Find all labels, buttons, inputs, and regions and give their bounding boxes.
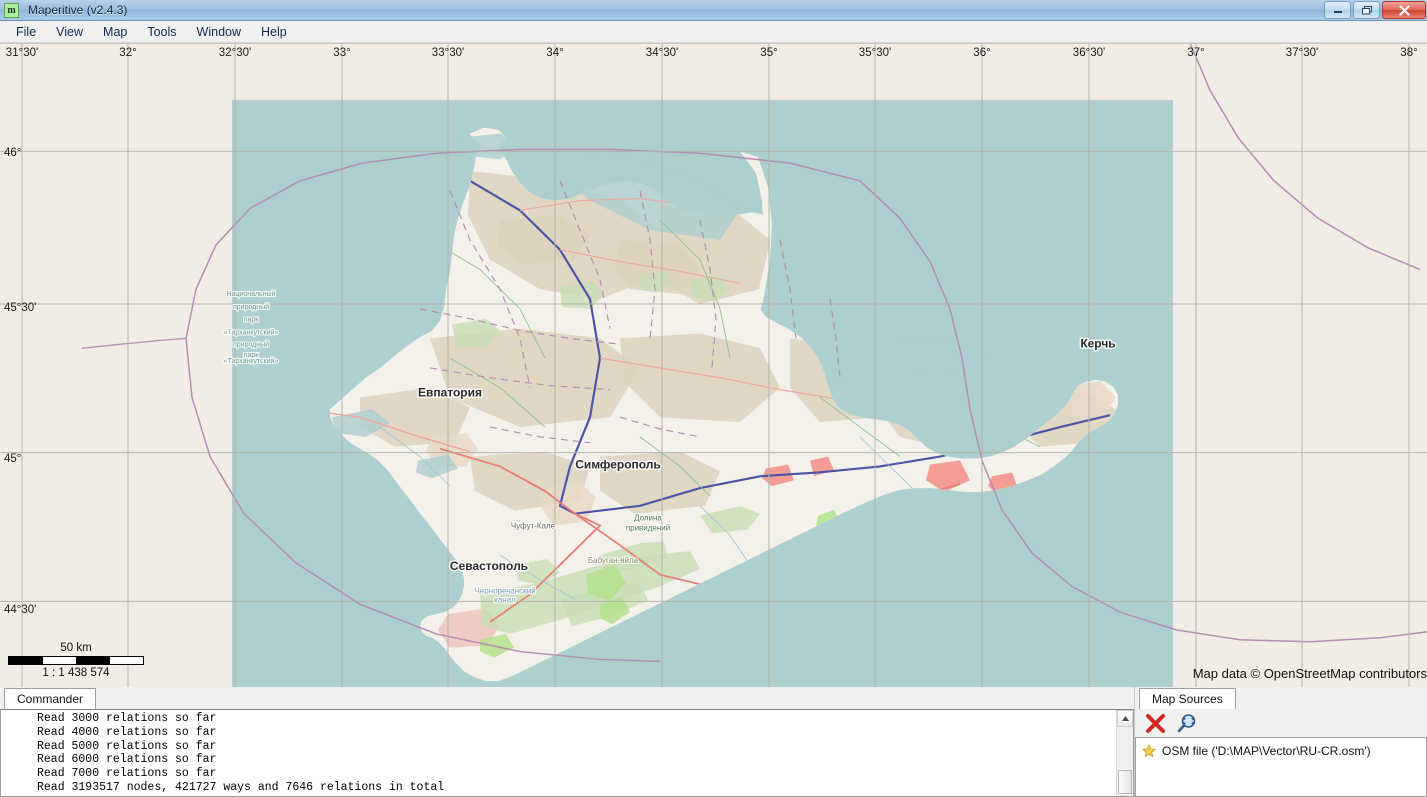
source-label: OSM file ('D:\MAP\Vector\RU-CR.osm') <box>1162 744 1371 758</box>
place-label: привидений <box>626 523 670 532</box>
place-label: Керчь <box>1080 336 1115 350</box>
red-x-icon <box>1146 713 1165 733</box>
menu-map[interactable]: Map <box>93 22 137 42</box>
tab-map-sources[interactable]: Map Sources <box>1139 688 1236 709</box>
minimize-button[interactable] <box>1324 1 1351 19</box>
scale-ratio: 1 : 1 438 574 <box>42 667 110 679</box>
menu-window[interactable]: Window <box>187 22 251 42</box>
place-label: Севастополь <box>450 559 528 573</box>
scale-bar-graphic <box>8 656 144 665</box>
place-label: «Тарханкутский» <box>224 329 279 337</box>
place-label: Чуфут-Кале <box>511 522 556 531</box>
window-title: Maperitive (v2.4.3) <box>28 3 128 17</box>
remove-source-button[interactable] <box>1145 713 1166 734</box>
menu-view[interactable]: View <box>46 22 93 42</box>
title-bar: m Maperitive (v2.4.3) <box>0 0 1427 21</box>
zoom-to-source-button[interactable] <box>1176 713 1197 734</box>
tab-commander[interactable]: Commander <box>4 688 97 709</box>
place-label: «Тарханкутский» <box>224 357 279 365</box>
sources-tabstrip: Map Sources <box>1135 687 1427 709</box>
sources-toolbar <box>1135 709 1427 737</box>
console-scrollbar[interactable] <box>1116 710 1133 796</box>
menu-file[interactable]: File <box>6 22 46 42</box>
menu-bar: File View Map Tools Window Help <box>0 21 1427 43</box>
commander-tabstrip: Commander <box>0 687 1134 709</box>
close-button[interactable] <box>1382 1 1426 19</box>
place-label: Национальный <box>227 290 276 298</box>
sources-list[interactable]: OSM file ('D:\MAP\Vector\RU-CR.osm') <box>1135 737 1427 797</box>
place-label: природный <box>233 340 269 348</box>
app-icon: m <box>4 2 19 18</box>
commander-console[interactable]: Read 3000 relations so far Read 4000 rel… <box>0 709 1134 797</box>
place-label: канал <box>494 595 516 604</box>
scroll-up-button[interactable] <box>1117 710 1133 727</box>
bottom-dock: Commander Read 3000 relations so far Rea… <box>0 687 1427 797</box>
maperitive-window: m Maperitive (v2.4.3) File View Map Tool… <box>0 0 1427 797</box>
window-controls <box>1324 1 1426 19</box>
chevron-up-icon <box>1121 716 1129 721</box>
place-label: Бабуган-яйла <box>588 556 639 565</box>
minimize-icon <box>1333 11 1342 13</box>
place-label: Евпатория <box>418 386 482 400</box>
menu-tools[interactable]: Tools <box>137 22 186 42</box>
menu-help[interactable]: Help <box>251 22 297 42</box>
map-attribution: Map data © OpenStreetMap contributors <box>1192 666 1427 681</box>
place-label: природный <box>233 303 269 311</box>
list-item[interactable]: OSM file ('D:\MAP\Vector\RU-CR.osm') <box>1136 742 1426 760</box>
maximize-button[interactable] <box>1353 1 1380 19</box>
maximize-icon <box>1361 5 1372 14</box>
commander-panel: Commander Read 3000 relations so far Rea… <box>0 687 1135 797</box>
place-label: Черноречанский <box>474 587 535 596</box>
star-icon <box>1142 744 1156 758</box>
map-canvas[interactable]: Керчь Керчь Евпатория Евпатория Симферополь С… <box>0 43 1427 687</box>
place-label: Симферополь <box>575 457 661 471</box>
close-icon <box>1398 4 1410 16</box>
place-label: Долина <box>634 514 662 523</box>
scale-distance: 50 km <box>60 642 92 654</box>
map-render[interactable]: КерчьКерчьЕвпаторияЕвпаторияСимферопольС… <box>0 43 1427 687</box>
scale-bar: 50 km 1 : 1 438 574 <box>8 642 144 679</box>
map-sources-panel: Map Sources OSM file ('D:\MAP\Vector\RU-… <box>1135 687 1427 797</box>
place-label: парк <box>244 317 260 324</box>
console-output: Read 3000 relations so far Read 4000 rel… <box>37 712 445 794</box>
scroll-thumb[interactable] <box>1118 770 1132 794</box>
magnifier-icon <box>1177 713 1196 732</box>
